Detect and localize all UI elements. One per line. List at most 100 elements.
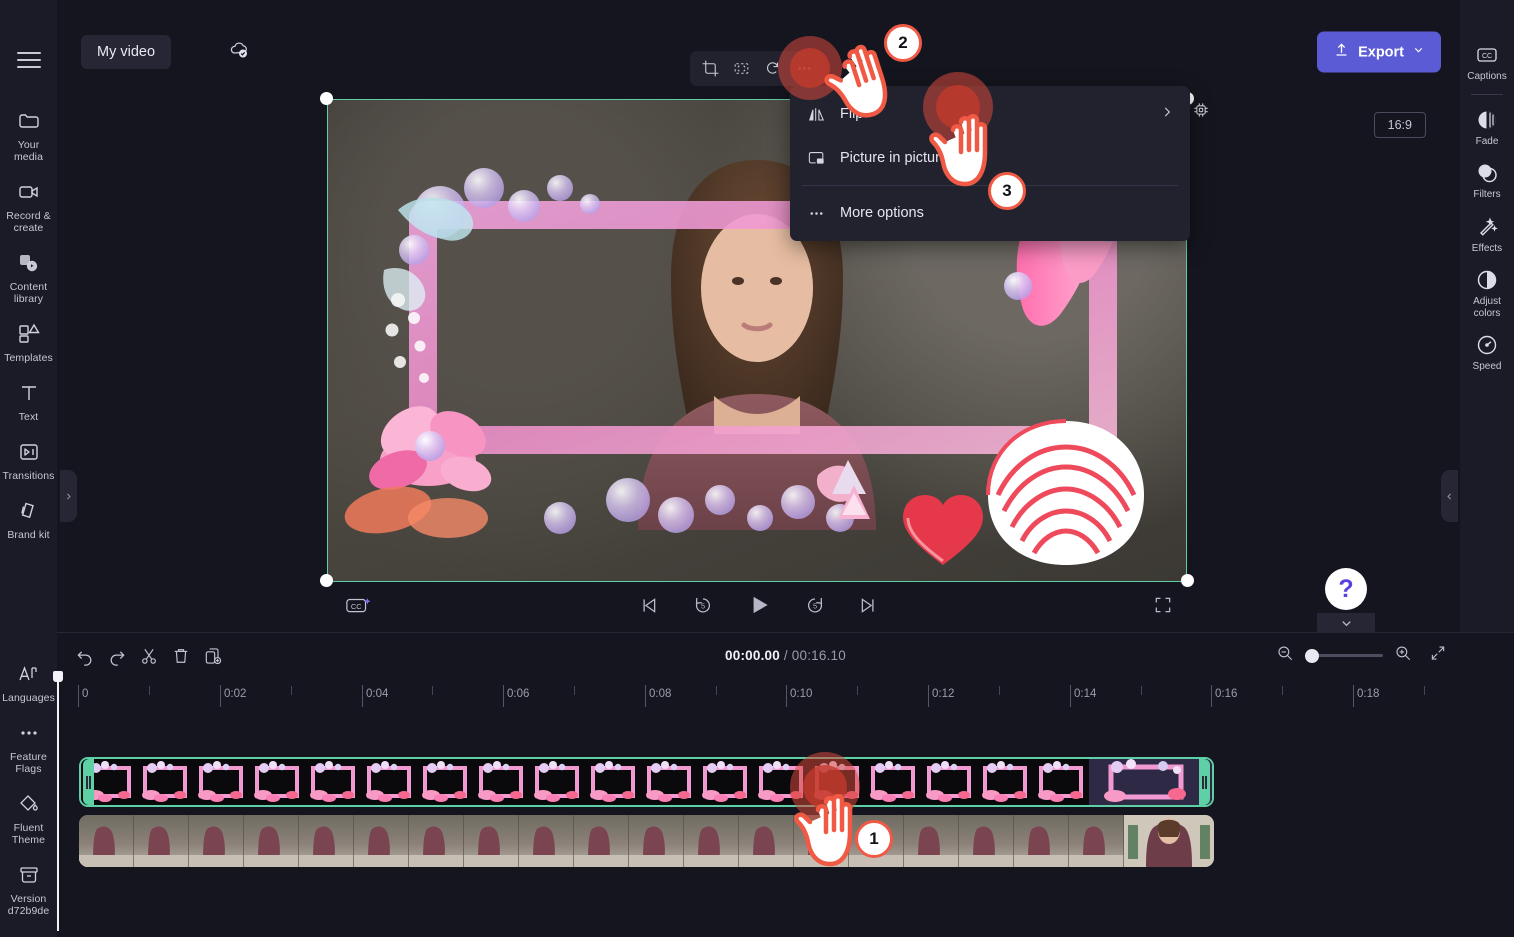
sidebar-label: Captions <box>1467 71 1507 82</box>
collapse-right-panel-button[interactable] <box>1441 470 1458 522</box>
cc-icon: CC <box>1475 43 1499 67</box>
svg-text:5: 5 <box>700 602 704 611</box>
resize-handle-bottom-right[interactable] <box>1181 574 1194 587</box>
transport-controls: 5 5 <box>635 589 883 621</box>
timeline-ruler[interactable]: 0 0:02 0:04 0:06 0:08 0:10 0:12 0:14 0:1 <box>57 679 1514 713</box>
svg-text:CC: CC <box>1482 53 1492 60</box>
text-icon <box>16 380 42 406</box>
hamburger-menu-icon[interactable] <box>16 52 41 68</box>
timeline-zoom-controls <box>1276 644 1447 667</box>
skip-to-end-button[interactable] <box>855 591 883 619</box>
resize-handle-top-left[interactable] <box>320 92 333 105</box>
zoom-slider-knob[interactable] <box>1305 648 1319 663</box>
sidebar-item-templates[interactable]: Templates <box>0 311 57 370</box>
collapse-left-panel-button[interactable] <box>60 470 77 522</box>
sidebar-item-your-media[interactable]: Your media <box>0 98 57 169</box>
resize-handle-bottom-left[interactable] <box>320 574 333 587</box>
sidebar-label: Languages <box>2 692 55 704</box>
content-library-icon <box>16 250 42 276</box>
sidebar-label: Fluent Theme <box>11 822 46 846</box>
zoom-in-icon[interactable] <box>1394 644 1412 667</box>
timeline-playhead[interactable] <box>53 671 63 931</box>
ruler-tick-label: 0:14 <box>1074 688 1097 700</box>
chevron-right-icon[interactable] <box>1160 105 1174 123</box>
sidebar-item-adjust-colors[interactable]: Adjust colors <box>1460 259 1514 324</box>
ruler-tick-label: 0:18 <box>1357 688 1380 700</box>
sidebar-item-text[interactable]: Text <box>0 370 57 429</box>
rewind-5-button[interactable]: 5 <box>689 591 717 619</box>
sidebar-item-filters[interactable]: Filters <box>1460 152 1514 206</box>
zoom-slider[interactable] <box>1305 648 1383 663</box>
fullscreen-icon[interactable] <box>1149 591 1177 619</box>
svg-text:5: 5 <box>812 602 816 611</box>
sidebar-label: Brand kit <box>7 529 50 541</box>
fade-icon <box>1475 108 1499 132</box>
split-scissors-icon[interactable] <box>135 642 163 670</box>
sidebar-item-captions[interactable]: CC Captions <box>1460 34 1514 88</box>
languages-icon <box>16 661 42 687</box>
undo-icon[interactable] <box>71 642 99 670</box>
cc-sparkle-icon[interactable]: CC <box>339 590 379 622</box>
timeline-toolbar: 00:00.00 / 00:16.10 <box>57 633 1514 679</box>
forward-5-button[interactable]: 5 <box>801 591 829 619</box>
sidebar-divider <box>1471 93 1503 95</box>
sidebar-item-transitions[interactable]: Transitions <box>0 429 57 488</box>
ruler-tick-label: 0:16 <box>1215 688 1238 700</box>
zoom-out-icon[interactable] <box>1276 644 1294 667</box>
picture-in-picture-icon <box>806 149 826 168</box>
duplicate-icon[interactable] <box>199 642 227 670</box>
preview-area <box>57 0 1460 632</box>
sidebar-label: Version d72b9de <box>7 893 50 917</box>
time-separator: / <box>783 648 788 663</box>
ruler-tick-label: 0:06 <box>507 688 530 700</box>
delete-trash-icon[interactable] <box>167 642 195 670</box>
help-button[interactable]: ? <box>1325 568 1367 610</box>
total-time: 00:16.10 <box>791 648 846 663</box>
sidebar-item-version[interactable]: Version d72b9de <box>0 852 57 923</box>
folder-icon <box>16 108 42 134</box>
sidebar-label: Templates <box>4 352 53 364</box>
sidebar-label: Transitions <box>2 470 55 482</box>
sidebar-item-fade[interactable]: Fade <box>1460 99 1514 153</box>
ruler-tick-label: 0:02 <box>224 688 247 700</box>
clipchamp-editor-window: Your media Record & create Content libra… <box>0 0 1514 937</box>
sidebar-item-content-library[interactable]: Content library <box>0 240 57 311</box>
fit-to-frame-icon[interactable] <box>727 54 756 84</box>
clip-trim-handle-right[interactable] <box>1199 759 1210 805</box>
sidebar-item-brand-kit[interactable]: Brand kit <box>0 488 57 547</box>
context-menu-label: More options <box>840 205 924 221</box>
timeline-tracks <box>53 671 1514 937</box>
speedometer-icon <box>1475 333 1499 357</box>
filters-icon <box>1475 161 1499 185</box>
play-button[interactable] <box>743 589 775 621</box>
ellipsis-icon <box>806 204 826 223</box>
hardware-acceleration-icon[interactable] <box>1191 100 1211 125</box>
sidebar-item-feature-flags[interactable]: Feature Flags <box>0 710 57 781</box>
ruler-tick-label: 0:12 <box>932 688 955 700</box>
sidebar-label: Adjust colors <box>1473 296 1501 319</box>
sidebar-label: Effects <box>1471 242 1503 254</box>
timeline-clip-overlay[interactable] <box>79 757 1214 807</box>
crop-icon[interactable] <box>696 54 725 84</box>
paint-bucket-icon <box>16 791 42 817</box>
sidebar-item-speed[interactable]: Speed <box>1460 324 1514 378</box>
sidebar-label: Feature Flags <box>10 751 47 775</box>
redo-icon[interactable] <box>103 642 131 670</box>
sidebar-item-languages[interactable]: Languages <box>0 651 57 710</box>
skip-to-start-button[interactable] <box>635 591 663 619</box>
clip-trim-handle-left[interactable] <box>83 759 94 805</box>
annotation-number-1: 1 <box>855 820 893 858</box>
sidebar-label: Speed <box>1472 361 1502 372</box>
sidebar-item-record-create[interactable]: Record & create <box>0 169 57 240</box>
timeline-clip-video[interactable] <box>79 815 1214 867</box>
video-camera-icon <box>16 179 42 205</box>
current-time: 00:00.00 <box>725 648 780 663</box>
collapse-diagonal-icon[interactable] <box>1429 644 1447 667</box>
sidebar-label: Filters <box>1473 189 1501 200</box>
sidebar-label: Fade <box>1475 135 1499 147</box>
sidebar-item-fluent-theme[interactable]: Fluent Theme <box>0 781 57 852</box>
ruler-tick-label: 0 <box>82 688 89 700</box>
templates-icon <box>16 321 42 347</box>
sidebar-item-effects[interactable]: Effects <box>1460 206 1514 260</box>
svg-text:CC: CC <box>351 602 362 611</box>
